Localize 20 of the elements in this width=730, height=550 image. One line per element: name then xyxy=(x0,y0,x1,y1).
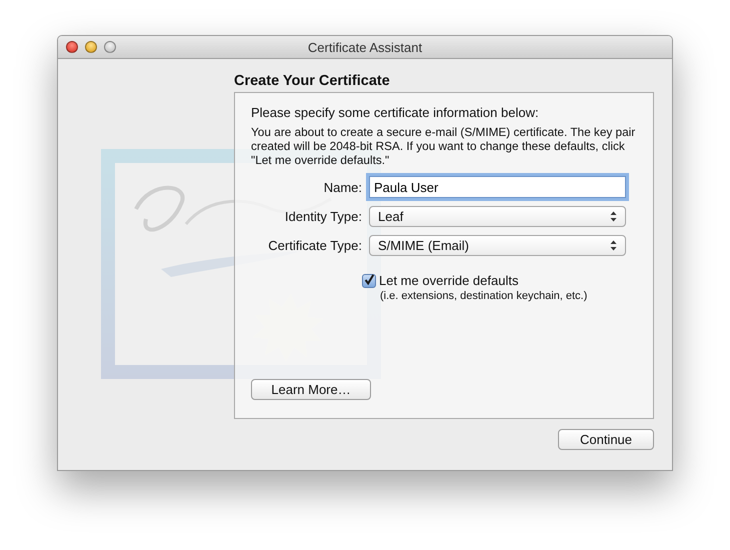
minimize-icon[interactable] xyxy=(85,41,97,53)
name-field[interactable]: Paula User xyxy=(369,176,626,198)
field-label: Identity Type: xyxy=(284,209,362,224)
instruction-text: Please specify some certificate information below: xyxy=(251,105,540,120)
window-title: Certificate Assistant xyxy=(308,40,422,54)
page-heading: Create Your Certificate xyxy=(234,73,391,91)
checkbox-label[interactable]: Let me override defaults xyxy=(379,273,518,288)
override-checkbox[interactable] xyxy=(362,274,376,288)
popup-menu[interactable]: S/MIME (Email) xyxy=(369,235,626,256)
field-label: Certificate Type: xyxy=(267,238,362,253)
stepper-arrows-icon xyxy=(610,240,617,251)
learn-more-button[interactable]: Learn More… xyxy=(251,379,371,400)
hint-text: (i.e. extensions, destination keychain, etc.) xyxy=(380,290,588,302)
zoom-icon[interactable] xyxy=(104,41,116,53)
stepper-arrows-icon xyxy=(610,211,617,222)
description-text: You are about to create a secure e-mail (S/MIME) certificate. The key pair created will be 2048-bit RSA. If you want to change these defaults, click "Let me override defaults." xyxy=(251,125,636,167)
popup-menu[interactable]: Leaf xyxy=(369,206,626,227)
field-label: Name: xyxy=(322,180,362,194)
close-icon[interactable] xyxy=(66,41,78,53)
continue-button[interactable]: Continue xyxy=(558,429,654,450)
